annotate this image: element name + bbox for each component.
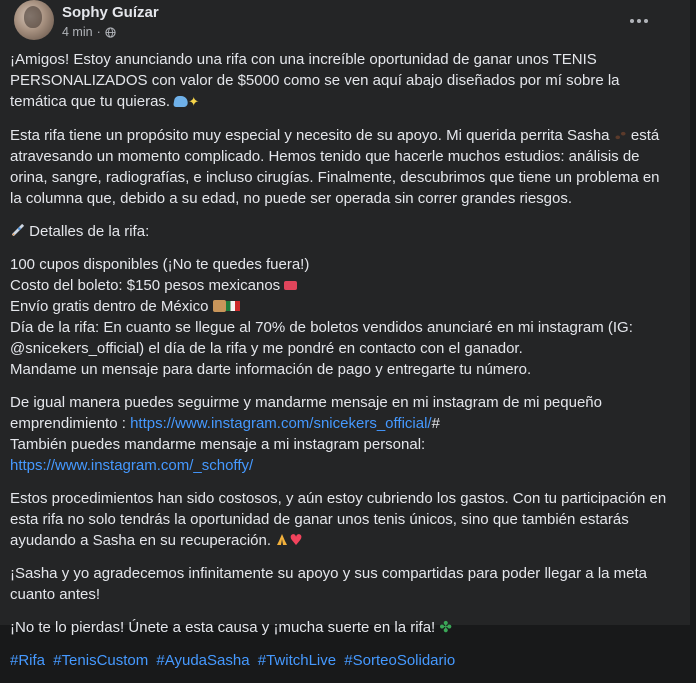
hashtags: #Rifa #TenisCustom #AyudaSasha #TwitchLi… [10,650,672,671]
meta-separator: · [96,25,101,39]
more-options-icon[interactable] [628,12,650,32]
detail-spots: 100 cupos disponibles (¡No te quedes fue… [10,256,310,273]
details-list: 100 cupos disponibles (¡No te quedes fue… [10,254,672,380]
instagram-personal-link[interactable]: https://www.instagram.com/_schoffy/ [10,457,253,474]
hashtag-link[interactable]: #SorteoSolidario [344,652,455,669]
post-meta: 4 min · [62,25,116,39]
paragraph-thanks: ¡Sasha y yo agradecemos infinitamente su… [10,565,648,603]
hashtag-link[interactable]: #TwitchLive [258,652,336,669]
hashtag-link[interactable]: #Rifa [10,652,45,669]
details-heading: Detalles de la rifa: [10,221,672,242]
mexico-flag-emoji [225,301,240,311]
detail-date: Día de la rifa: En cuanto se llegue al 7… [10,319,633,357]
post-card: Sophy Guízar 4 min · ¡Amigos! Estoy anun… [0,0,690,669]
paragraph-instagram: De igual manera puedes seguirme y mandar… [10,394,602,474]
paragraph-intro: ¡Amigos! Estoy anunciando una rifa con u… [10,51,620,110]
paragraph-purpose: Esta rifa tiene un propósito muy especia… [10,127,660,207]
detail-contact: Mandame un mensaje para darte informació… [10,361,532,378]
sneaker-emoji [173,96,190,107]
instagram-business-link[interactable]: https://www.instagram.com/snicekers_offi… [130,415,432,432]
package-emoji [212,300,226,312]
post-time[interactable]: 4 min [62,25,93,39]
author-name[interactable]: Sophy Guízar [62,4,159,21]
hashtag-link[interactable]: #TenisCustom [53,652,148,669]
sparkles-emoji: ✦ [188,95,200,110]
paragraph-costs: Estos procedimientos han sido costosos, … [10,490,667,549]
post-body: ¡Amigos! Estoy anunciando una rifa con u… [10,49,672,683]
red-heart-emoji: ♥ [289,531,303,549]
ticket-emoji [284,281,298,290]
page-edge [690,0,696,625]
hashtag-link[interactable]: #AyudaSasha [156,652,249,669]
detail-shipping: Envío gratis dentro de México [10,298,209,315]
paragraph-closing: ¡No te lo pierdas! Únete a esta causa y … [10,618,452,636]
paw-prints-emoji [615,131,626,140]
author-avatar[interactable] [14,0,54,40]
detail-price: Costo del boleto: $150 pesos mexicanos [10,277,281,294]
folded-hands-emoji [277,534,288,545]
globe-icon[interactable] [105,26,116,38]
rocket-emoji [11,223,25,237]
four-leaf-clover-emoji: ✤ [439,618,452,636]
